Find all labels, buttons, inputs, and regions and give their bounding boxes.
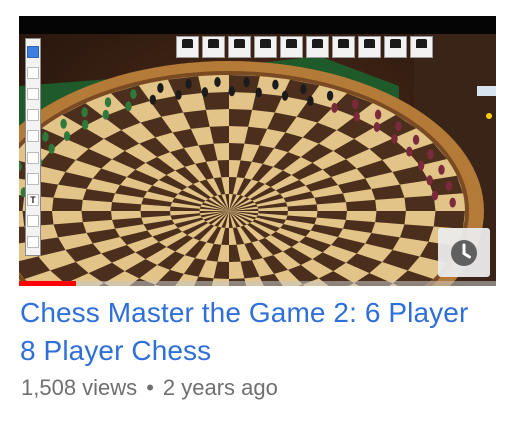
grid-icon	[228, 36, 251, 58]
clock-icon	[451, 239, 477, 266]
flag-icon	[332, 36, 355, 58]
player-icon	[306, 36, 329, 58]
figure-icon	[27, 236, 39, 249]
progress-track	[19, 281, 496, 286]
pencil-icon	[27, 66, 39, 79]
watch-later-button[interactable]	[438, 228, 490, 277]
video-card[interactable]: T Chess Master the Game 2: 6 Player 8 Pl…	[0, 0, 512, 432]
line-icon	[27, 130, 39, 143]
left-toolbar: T	[25, 38, 41, 256]
rotate-icon	[254, 36, 277, 58]
video-title[interactable]: Chess Master the Game 2: 6 Player 8 Play…	[20, 294, 490, 370]
counter-icon	[410, 36, 433, 58]
piece-icon	[202, 36, 225, 58]
stamp-icon	[27, 109, 39, 122]
undo-icon	[176, 36, 199, 58]
hand-icon	[27, 45, 39, 58]
top-black-bar	[19, 16, 496, 34]
video-thumbnail[interactable]: T	[19, 16, 496, 286]
upload-age: 2 years ago	[162, 375, 278, 400]
board-icon	[280, 36, 303, 58]
text-icon: T	[27, 193, 39, 206]
close-icon	[384, 36, 407, 58]
top-toolbar	[176, 36, 462, 60]
eraser-icon	[27, 151, 39, 164]
arrow-icon	[27, 215, 39, 228]
list-icon	[358, 36, 381, 58]
progress-fill	[19, 281, 77, 286]
view-count: 1,508 views	[21, 375, 138, 400]
paint-icon	[27, 87, 39, 100]
marker-icon	[27, 172, 39, 185]
video-meta: 1,508 views • 2 years ago	[21, 374, 278, 402]
meta-separator: •	[146, 375, 154, 400]
